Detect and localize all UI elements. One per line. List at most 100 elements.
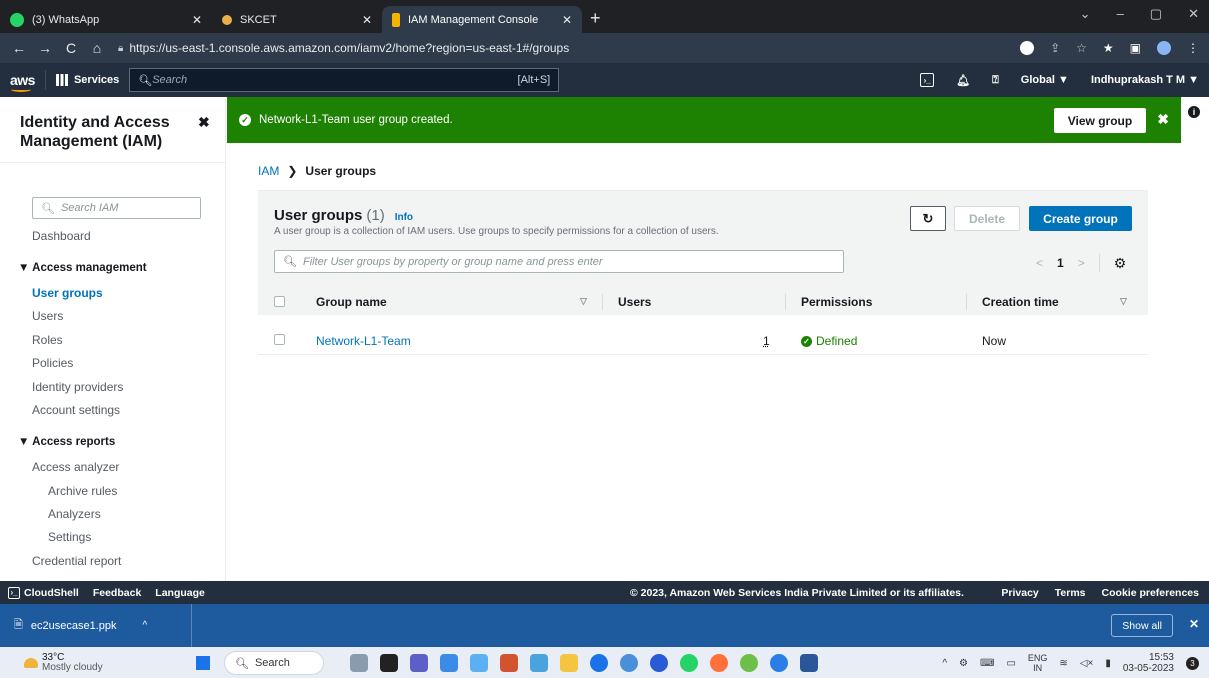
whatsapp-icon[interactable] — [680, 654, 698, 672]
sort-icon[interactable]: ▽ — [580, 296, 587, 307]
firefox-icon[interactable] — [710, 654, 728, 672]
region-selector[interactable]: Global ▼ — [1021, 74, 1069, 86]
language-link[interactable]: Language — [155, 587, 205, 599]
sidebar-item-users[interactable]: Users — [32, 309, 63, 323]
sidebar-item-roles[interactable]: Roles — [32, 333, 63, 347]
profile-avatar-icon[interactable] — [1157, 41, 1171, 55]
file-explorer-icon[interactable] — [560, 654, 578, 672]
bell-icon[interactable]: 🔔︎ — [956, 74, 970, 87]
chrome-icon[interactable] — [590, 654, 608, 672]
extensions-icon[interactable]: ★ — [1103, 41, 1114, 55]
privacy-link[interactable]: Privacy — [1001, 587, 1038, 599]
sidepanel-icon[interactable]: ▣ — [1130, 41, 1141, 55]
sidebar-item-identity-providers[interactable]: Identity providers — [32, 380, 123, 394]
aws-search-input[interactable]: 🔍︎ Search [Alt+S] — [129, 68, 560, 92]
show-all-button[interactable]: Show all — [1111, 614, 1173, 637]
terms-link[interactable]: Terms — [1055, 587, 1086, 599]
battery-icon[interactable]: ▮ — [1105, 658, 1111, 669]
chrome-icon[interactable] — [770, 654, 788, 672]
page-number[interactable]: 1 — [1057, 256, 1064, 270]
notification-badge[interactable]: 3 — [1186, 656, 1199, 670]
back-icon[interactable]: ← — [12, 40, 26, 56]
reload-icon[interactable]: C — [64, 40, 78, 56]
wifi-icon[interactable]: ≋ — [1059, 658, 1067, 669]
sidebar-item-user-groups[interactable]: User groups — [32, 286, 103, 300]
tab-whatsapp[interactable]: (3) WhatsApp ✕ — [0, 6, 212, 33]
keyboard-icon[interactable]: ⌨ — [980, 658, 994, 669]
tab-search-icon[interactable]: ⌄ — [1080, 6, 1091, 22]
gear-icon[interactable]: ⚙ — [1114, 255, 1127, 272]
create-group-button[interactable]: Create group — [1029, 206, 1132, 231]
close-window-icon[interactable]: ✕ — [1188, 6, 1199, 22]
close-icon[interactable]: ✕ — [362, 13, 372, 27]
download-item[interactable]: 🗎 ec2usecase1.ppk ^ — [0, 604, 192, 647]
feedback-link[interactable]: Feedback — [93, 587, 141, 599]
clock[interactable]: 15:53 03-05-2023 — [1123, 652, 1174, 674]
select-all-checkbox[interactable] — [274, 296, 285, 307]
new-tab-icon[interactable]: + — [590, 8, 601, 29]
windows-start-icon[interactable] — [196, 656, 210, 670]
app-icon[interactable] — [350, 654, 368, 672]
app-icon[interactable] — [740, 654, 758, 672]
cloudshell-icon[interactable]: ›_ — [920, 73, 935, 87]
taskbar-search[interactable]: 🔍︎ Search — [224, 651, 324, 675]
tray-app-icon[interactable]: ▭ — [1006, 658, 1015, 669]
section-access-management[interactable]: ▼ Access management — [18, 262, 147, 274]
sidebar-item-policies[interactable]: Policies — [32, 356, 73, 370]
info-link[interactable]: Info — [395, 212, 413, 223]
lock-icon[interactable]: 🔒︎ — [118, 43, 123, 54]
sort-icon[interactable]: ▽ — [1120, 296, 1127, 307]
app-icon[interactable] — [530, 654, 548, 672]
close-icon[interactable]: ✕ — [562, 13, 572, 27]
chevron-up-icon[interactable]: ^ — [942, 658, 947, 669]
share-icon[interactable]: ⇪ — [1050, 41, 1060, 55]
weather-widget[interactable]: 33°C Mostly cloudy — [24, 652, 103, 673]
home-icon[interactable]: ⌂ — [90, 40, 104, 56]
view-group-button[interactable]: View group — [1054, 108, 1146, 133]
cookie-preferences-link[interactable]: Cookie preferences — [1102, 587, 1199, 599]
account-menu[interactable]: Indhuprakash T M ▼ — [1091, 74, 1199, 86]
column-creation-time[interactable]: Creation time — [982, 295, 1059, 309]
sidebar-item-account-settings[interactable]: Account settings — [32, 403, 120, 417]
info-icon[interactable]: i — [1188, 106, 1200, 118]
column-users[interactable]: Users — [618, 295, 651, 309]
tray-app-icon[interactable]: ⚙ — [959, 658, 968, 669]
notepad-icon[interactable] — [440, 654, 458, 672]
help-icon[interactable]: ⍰ — [992, 74, 999, 87]
task-view-icon[interactable] — [380, 654, 398, 672]
close-icon[interactable]: ✕ — [1189, 617, 1199, 631]
sidebar-item-credential-report[interactable]: Credential report — [32, 554, 121, 568]
chevron-up-icon[interactable]: ^ — [142, 620, 147, 631]
tab-iam-console[interactable]: IAM Management Console ✕ — [382, 6, 582, 33]
refresh-button[interactable]: ↻ — [910, 206, 946, 231]
star-icon[interactable]: ☆ — [1076, 41, 1087, 55]
services-menu[interactable]: Services — [55, 74, 119, 86]
delete-button[interactable]: Delete — [954, 206, 1020, 231]
volume-icon[interactable]: ◁× — [1080, 658, 1094, 669]
cloudshell-link[interactable]: CloudShell — [24, 587, 79, 599]
app-icon[interactable] — [650, 654, 668, 672]
language-indicator[interactable]: ENG IN — [1028, 653, 1048, 673]
row-checkbox[interactable] — [274, 334, 285, 345]
settings-icon[interactable] — [620, 654, 638, 672]
url-field[interactable]: https://us-east-1.console.aws.amazon.com… — [129, 41, 569, 55]
close-icon[interactable]: ✖ — [198, 114, 210, 131]
word-icon[interactable] — [800, 654, 818, 672]
sidebar-item-analyzers[interactable]: Analyzers — [48, 507, 101, 521]
close-icon[interactable]: ✖ — [1157, 111, 1169, 128]
filter-input[interactable]: 🔍︎ Filter User groups by property or gro… — [274, 250, 844, 273]
column-group-name[interactable]: Group name — [316, 295, 387, 309]
teams-icon[interactable] — [410, 654, 428, 672]
minimize-icon[interactable]: – — [1117, 6, 1124, 22]
maximize-icon[interactable]: ▢ — [1150, 6, 1162, 22]
powerpoint-icon[interactable] — [500, 654, 518, 672]
app-icon[interactable] — [470, 654, 488, 672]
section-access-reports[interactable]: ▼ Access reports — [18, 436, 115, 448]
forward-icon[interactable]: → — [38, 40, 52, 56]
users-count[interactable]: 1 — [763, 334, 770, 348]
column-permissions[interactable]: Permissions — [801, 295, 872, 309]
group-name-link[interactable]: Network-L1-Team — [316, 334, 411, 348]
google-icon[interactable] — [1020, 41, 1035, 55]
sidebar-item-access-analyzer[interactable]: Access analyzer — [32, 460, 119, 474]
close-icon[interactable]: ✕ — [192, 13, 202, 27]
